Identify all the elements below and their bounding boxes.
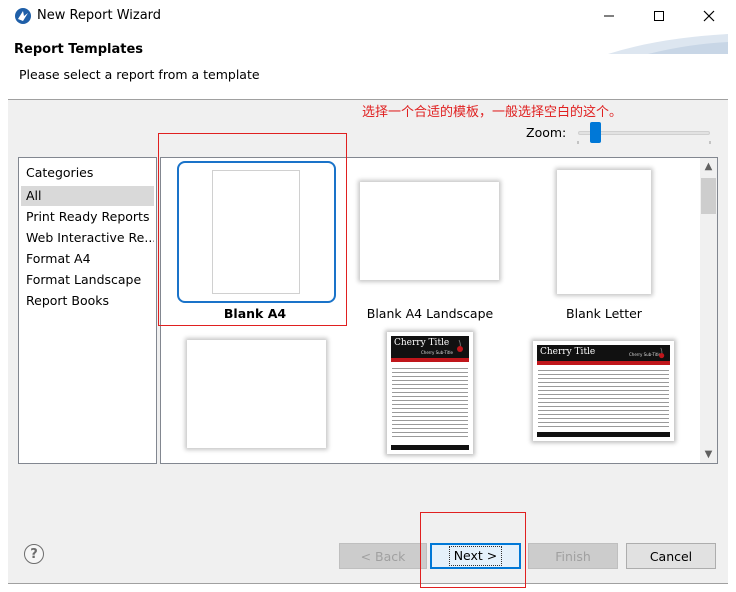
template-tile-cherry-portrait[interactable]: Cherry Title Cherry Sub-Title: [347, 328, 537, 458]
template-tile-cherry-landscape[interactable]: Cherry Title Cherry Sub-Title: [533, 328, 703, 458]
template-tile-blank-a4-landscape[interactable]: Blank A4 Landscape: [347, 158, 537, 321]
cherry-subtitle: Cherry Sub-Title: [421, 350, 453, 355]
maximize-icon: [654, 11, 664, 21]
cherry-text-lines: [392, 368, 468, 440]
cherry-icon: [457, 339, 463, 352]
back-button[interactable]: < Back: [339, 543, 427, 569]
scroll-down-arrow-icon[interactable]: ▼: [700, 446, 717, 463]
close-icon: [703, 10, 715, 22]
cherry-icon: [659, 347, 665, 359]
cherry-red-band: [391, 358, 469, 362]
header-description: Please select a report from a template: [19, 67, 260, 82]
cherry-text-lines: [538, 370, 669, 430]
close-button[interactable]: [686, 0, 732, 32]
category-item-all[interactable]: All: [21, 186, 154, 206]
finish-button[interactable]: Finish: [528, 543, 618, 569]
annotation-highlight-next-button: [420, 512, 526, 588]
scroll-up-arrow-icon[interactable]: ▲: [700, 158, 717, 175]
template-thumbnail: [557, 170, 651, 294]
template-thumbnail: Cherry Title Cherry Sub-Title: [387, 332, 473, 454]
template-label: Blank A4 Landscape: [366, 306, 494, 321]
template-thumbnail: [360, 182, 499, 280]
category-item-format-a4[interactable]: Format A4: [21, 249, 154, 269]
new-report-wizard-window: New Report Wizard Report Templates Pleas…: [0, 0, 736, 592]
cherry-header: Cherry Title Cherry Sub-Title: [537, 345, 670, 361]
categories-list: Categories All Print Ready Reports Web I…: [18, 157, 157, 464]
cherry-subtitle: Cherry Sub-Title: [629, 352, 661, 357]
cherry-title: Cherry Title: [540, 347, 596, 357]
cherry-footer-bar: [537, 432, 670, 437]
annotation-note: 选择一个合适的模板，一般选择空白的这个。: [362, 105, 623, 120]
templates-scrollbar[interactable]: ▲ ▼: [700, 158, 717, 463]
category-item-format-landscape[interactable]: Format Landscape: [21, 270, 154, 290]
template-thumbnail: Cherry Title Cherry Sub-Title: [533, 341, 674, 441]
categories-heading: Categories: [26, 165, 94, 180]
wizard-footer: [8, 485, 728, 584]
minimize-icon: [604, 15, 614, 17]
question-mark-icon[interactable]: ?: [24, 544, 44, 564]
annotation-highlight-blank-a4: [158, 133, 347, 326]
zoom-slider[interactable]: [576, 122, 712, 144]
birt-app-icon: [15, 8, 31, 24]
maximize-button[interactable]: [636, 0, 682, 32]
zoom-thumb[interactable]: [590, 122, 602, 143]
cherry-header: Cherry Title Cherry Sub-Title: [391, 336, 469, 358]
cherry-title: Cherry Title: [394, 338, 450, 348]
window-title: New Report Wizard: [37, 8, 162, 23]
category-item-print-ready[interactable]: Print Ready Reports: [21, 207, 154, 227]
cherry-red-band: [537, 361, 670, 365]
template-tile-blank-letter[interactable]: Blank Letter: [533, 158, 703, 321]
scrollbar-thumb[interactable]: [701, 178, 716, 214]
wizard-header: Report Templates Please select a report …: [8, 32, 728, 100]
header-decoration: [608, 34, 728, 54]
cherry-footer-bar: [391, 445, 469, 450]
template-label: Blank Letter: [566, 306, 642, 321]
category-item-web-interactive[interactable]: Web Interactive Re...: [21, 228, 154, 248]
template-tile-row2-blank[interactable]: [161, 328, 351, 458]
title-bar: New Report Wizard: [0, 0, 736, 32]
zoom-label: Zoom:: [526, 125, 567, 140]
header-title: Report Templates: [14, 42, 144, 57]
template-thumbnail: [187, 340, 326, 448]
category-item-report-books[interactable]: Report Books: [21, 291, 154, 311]
cancel-button[interactable]: Cancel: [626, 543, 716, 569]
minimize-button[interactable]: [586, 0, 632, 32]
